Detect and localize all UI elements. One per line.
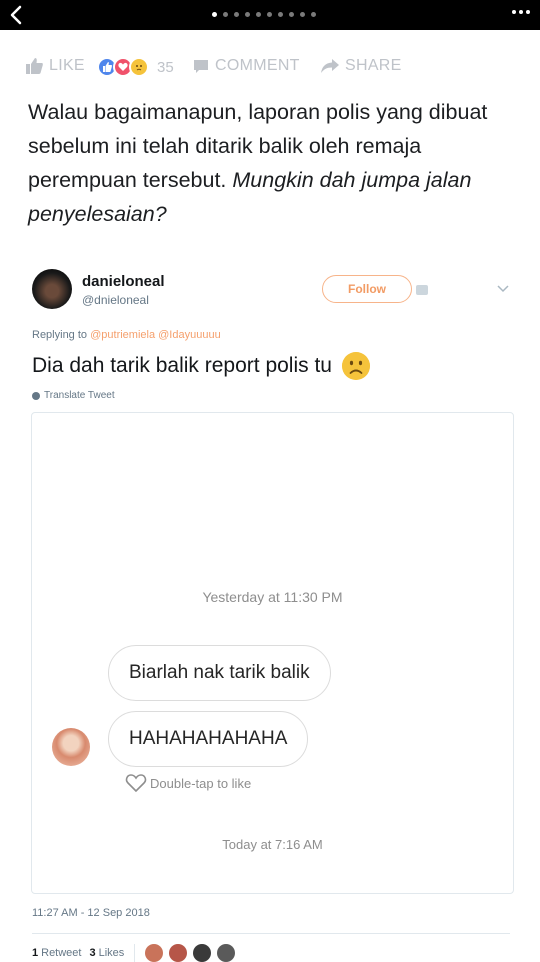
more-options-icon[interactable]	[512, 10, 530, 14]
divider	[32, 933, 510, 934]
likes-label[interactable]: Likes	[99, 947, 125, 959]
share-icon	[321, 58, 339, 73]
dm-timestamp-2: Today at 7:16 AM	[222, 837, 323, 852]
follow-button[interactable]: Follow	[322, 275, 412, 303]
page-dot	[300, 12, 305, 17]
sad-reaction-icon	[129, 57, 149, 77]
tweet-username: danieloneal	[82, 273, 165, 290]
page-dot	[289, 12, 294, 17]
dm-screenshot-image[interactable]: Yesterday at 11:30 PM Biarlah nak tarik …	[31, 412, 514, 894]
action-bar: LIKE 35 COMMENT SHARE	[0, 50, 540, 84]
post-caption: Walau bagaimanapun, laporan polis yang d…	[28, 95, 518, 231]
tweet-text: Dia dah tarik balik report polis tu	[32, 354, 332, 377]
replying-mentions[interactable]: @putriemiela @Idayuuuuu	[90, 329, 221, 341]
liker-avatar[interactable]	[193, 944, 212, 962]
share-label: SHARE	[345, 57, 402, 74]
reactions[interactable]: 35	[97, 57, 174, 77]
page-dot	[245, 12, 250, 17]
tweet-stats: 1 Retweet 3 Likes	[32, 944, 241, 962]
dm-timestamp-1: Yesterday at 11:30 PM	[202, 589, 343, 605]
page-dot	[234, 12, 239, 17]
dm-bubble-2: HAHAHAHAHAHA	[108, 711, 309, 767]
back-arrow-icon[interactable]	[6, 3, 28, 27]
dm-bubble-1: Biarlah nak tarik balik	[108, 645, 331, 701]
comment-button[interactable]: COMMENT	[193, 57, 300, 75]
double-tap-hint: Double-tap to like	[125, 773, 251, 793]
comment-icon	[194, 59, 208, 73]
add-user-icon	[416, 285, 428, 295]
page-dot	[256, 12, 261, 17]
translate-label: Translate Tweet	[44, 390, 115, 401]
tweet-text-row: Dia dah tarik balik report polis tu	[32, 352, 370, 380]
dm-avatar	[52, 728, 90, 766]
replying-prefix: Replying to	[32, 329, 88, 341]
page-indicator	[212, 12, 316, 17]
liker-avatar[interactable]	[169, 944, 188, 962]
replying-to: Replying to @putriemiela @Idayuuuuu	[32, 329, 221, 341]
page-dot	[311, 12, 316, 17]
sad-face-emoji-icon	[341, 352, 370, 380]
comment-label: COMMENT	[215, 57, 300, 74]
liker-avatar[interactable]	[145, 944, 164, 962]
likes-count: 3	[89, 947, 96, 959]
double-tap-label: Double-tap to like	[150, 775, 252, 791]
tweet-timestamp: 11:27 AM - 12 Sep 2018	[32, 907, 150, 919]
retweet-label[interactable]: Retweet	[41, 947, 81, 959]
heart-outline-icon	[125, 774, 147, 793]
reaction-count: 35	[157, 58, 174, 76]
liker-avatar[interactable]	[217, 944, 236, 962]
retweet-count: 1	[32, 947, 39, 959]
tweet-handle: @dnieloneal	[82, 293, 149, 307]
tweet-avatar	[32, 269, 72, 309]
tweet-embed: danieloneal @dnieloneal Follow Replying …	[0, 255, 540, 962]
page-dot	[267, 12, 272, 17]
page-dot	[278, 12, 283, 17]
divider	[134, 944, 136, 962]
page-dot-active	[212, 12, 217, 17]
chevron-down-icon[interactable]	[497, 285, 509, 293]
translate-tweet[interactable]: Translate Tweet	[32, 390, 115, 401]
thumbs-up-icon	[26, 58, 43, 74]
share-button[interactable]: SHARE	[321, 57, 402, 75]
globe-icon	[32, 391, 40, 400]
like-label: LIKE	[49, 57, 85, 74]
like-button[interactable]: LIKE	[26, 57, 85, 75]
top-bar	[0, 0, 540, 30]
page-dot	[223, 12, 228, 17]
